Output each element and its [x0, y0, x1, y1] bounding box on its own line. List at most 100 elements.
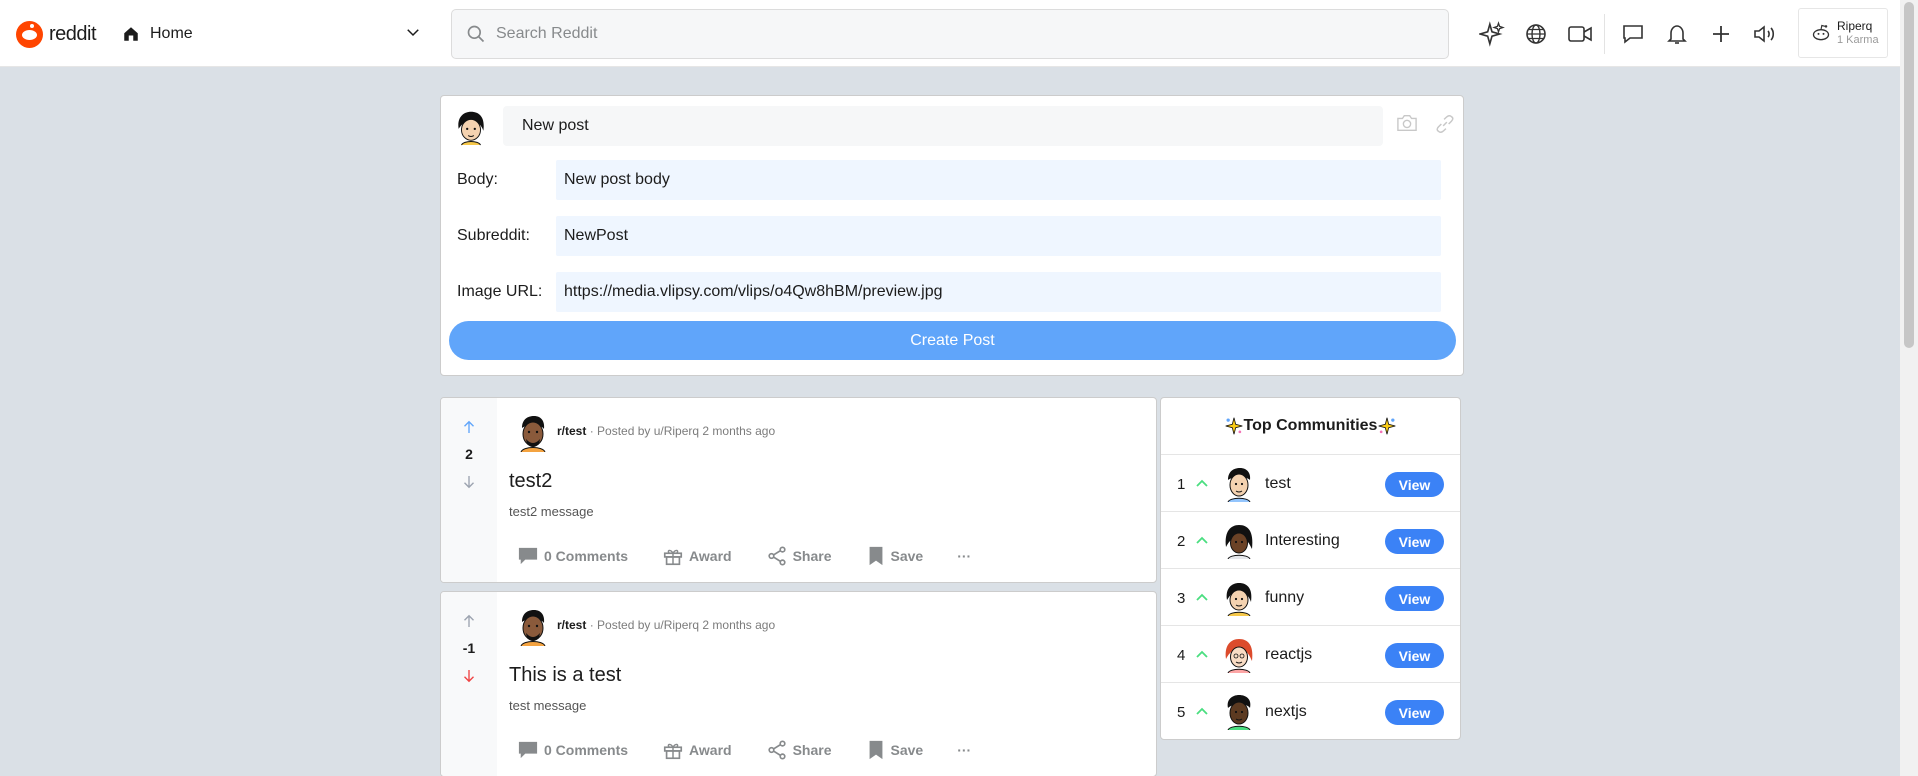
image-url-input[interactable]	[556, 272, 1441, 312]
sparkle-icon	[1225, 417, 1242, 435]
subreddit-link[interactable]: r/test	[557, 424, 586, 438]
community-name[interactable]: nextjs	[1265, 703, 1307, 721]
comments-button[interactable]: 0 Comments	[517, 546, 628, 566]
community-row[interactable]: 5 nextjs View	[1161, 683, 1460, 740]
award-label: Award	[689, 742, 732, 758]
user-menu[interactable]: Riperq 1 Karma	[1798, 8, 1888, 58]
gift-icon	[663, 743, 683, 760]
view-community-button[interactable]: View	[1385, 643, 1444, 668]
community-name[interactable]: Interesting	[1265, 532, 1340, 550]
sparkle-icon[interactable]	[1470, 14, 1514, 54]
post-card[interactable]: 2 r/test · Posted by u/Riperq 2 months a…	[440, 397, 1157, 583]
view-community-button[interactable]: View	[1385, 700, 1444, 725]
more-options-button[interactable]: ···	[957, 742, 971, 758]
more-options-button[interactable]: ···	[957, 548, 971, 564]
comment-icon	[518, 741, 538, 759]
community-name[interactable]: reactjs	[1265, 646, 1312, 664]
image-url-label: Image URL:	[457, 283, 543, 300]
video-icon[interactable]	[1558, 14, 1602, 54]
award-button[interactable]: Award	[662, 545, 732, 567]
globe-icon[interactable]	[1514, 14, 1558, 54]
camera-icon[interactable]	[1396, 113, 1418, 133]
caret-up-icon	[1196, 707, 1208, 715]
save-button[interactable]: Save	[866, 739, 924, 761]
save-label: Save	[890, 742, 924, 758]
link-icon[interactable]	[1434, 113, 1456, 135]
post-card[interactable]: -1 r/test · Posted by u/Riperq 2 months …	[440, 591, 1157, 776]
subreddit-link[interactable]: r/test	[557, 618, 586, 632]
post-title[interactable]: test2	[509, 470, 552, 493]
community-rank: 1	[1177, 476, 1186, 493]
community-avatar	[1227, 695, 1251, 730]
community-rank: 3	[1177, 590, 1186, 607]
vote-column: -1	[441, 592, 497, 776]
plus-icon[interactable]	[1699, 14, 1743, 54]
subreddit-label: Subreddit:	[457, 227, 530, 244]
bookmark-icon	[869, 546, 882, 566]
home-dropdown[interactable]: Home	[122, 20, 422, 48]
scrollbar-thumb[interactable]	[1904, 2, 1914, 348]
share-button[interactable]: Share	[766, 545, 832, 567]
bell-icon[interactable]	[1655, 14, 1699, 54]
post-title-input[interactable]	[503, 106, 1383, 146]
top-communities-header: Top Communities	[1161, 398, 1460, 455]
home-label: Home	[150, 25, 193, 42]
view-community-button[interactable]: View	[1385, 586, 1444, 611]
top-communities-title: Top Communities	[1243, 417, 1378, 434]
search-input[interactable]: Search Reddit	[496, 25, 597, 43]
subreddit-input[interactable]	[556, 216, 1441, 256]
vote-column: 2	[441, 398, 497, 582]
downvote-arrow-icon[interactable]	[460, 473, 478, 491]
body-input[interactable]	[556, 160, 1441, 200]
user-info: Riperq 1 Karma	[1837, 19, 1879, 47]
share-label: Share	[792, 742, 832, 758]
save-button[interactable]: Save	[866, 545, 924, 567]
upvote-arrow-icon[interactable]	[460, 612, 478, 630]
more-icon: ···	[957, 548, 972, 564]
comment-icon	[518, 547, 538, 565]
create-post-button[interactable]: Create Post	[449, 321, 1456, 360]
chat-icon[interactable]	[1611, 14, 1655, 54]
comments-label: 0 Comments	[544, 742, 629, 758]
page-scrollbar[interactable]	[1900, 0, 1918, 776]
post-byline: · Posted by u/Riperq 2 months ago	[589, 618, 776, 632]
image-url-field-row: Image URL:	[457, 272, 1457, 312]
user-avatar-icon	[1812, 24, 1830, 41]
share-button[interactable]: Share	[766, 739, 832, 761]
caret-up-icon	[1196, 536, 1208, 544]
reddit-logo[interactable]: reddit	[16, 21, 97, 48]
community-avatar	[1225, 639, 1253, 673]
community-row[interactable]: 2 Interesting View	[1161, 512, 1460, 569]
header-actions	[1470, 14, 1787, 54]
body-field-row: Body:	[457, 160, 1457, 200]
community-name[interactable]: funny	[1265, 589, 1304, 607]
header-divider	[1604, 14, 1605, 54]
community-row[interactable]: 4 reactjs View	[1161, 626, 1460, 683]
top-header: reddit Home Search Reddit Riperq 1 Karma	[0, 0, 1900, 67]
share-label: Share	[792, 548, 832, 564]
caret-up-icon	[1196, 650, 1208, 658]
comments-button[interactable]: 0 Comments	[517, 740, 628, 760]
speaker-icon[interactable]	[1743, 14, 1787, 54]
upvote-arrow-icon[interactable]	[460, 418, 478, 436]
community-row[interactable]: 3 funny View	[1161, 569, 1460, 626]
view-community-button[interactable]: View	[1385, 529, 1444, 554]
view-community-button[interactable]: View	[1385, 472, 1444, 497]
post-title[interactable]: This is a test	[509, 664, 621, 687]
save-label: Save	[890, 548, 924, 564]
top-communities-card: Top Communities 1 test View 2 Interestin…	[1160, 397, 1461, 740]
search-bar[interactable]: Search Reddit	[451, 9, 1449, 59]
post-byline: · Posted by u/Riperq 2 months ago	[589, 424, 776, 438]
community-rank: 2	[1177, 533, 1186, 550]
post-meta: r/test · Posted by u/Riperq 2 months ago	[557, 424, 775, 438]
downvote-arrow-icon[interactable]	[460, 667, 478, 685]
community-avatar	[1227, 468, 1251, 502]
community-row[interactable]: 1 test View	[1161, 455, 1460, 512]
community-avatar	[1225, 525, 1253, 559]
sparkle-icon	[1379, 417, 1396, 435]
award-button[interactable]: Award	[662, 739, 732, 761]
post-author-avatar	[520, 610, 546, 646]
post-actions: 0 Comments Award Share Save ···	[517, 739, 1005, 761]
gift-icon	[663, 549, 683, 566]
community-name[interactable]: test	[1265, 475, 1291, 493]
